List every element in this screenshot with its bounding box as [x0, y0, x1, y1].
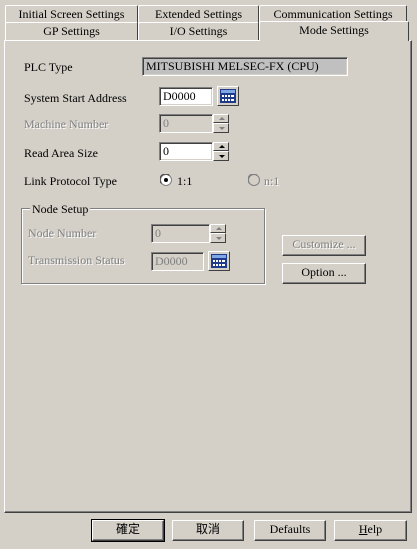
tab-label: Initial Screen Settings	[18, 7, 125, 21]
arrow-down-icon	[216, 237, 222, 240]
spin-up-button[interactable]	[210, 224, 226, 233]
arrow-down-icon	[219, 155, 225, 158]
keypad-icon	[211, 254, 227, 268]
node-number-input[interactable]: 0	[151, 224, 210, 243]
spin-down-button[interactable]	[210, 233, 226, 243]
arrow-up-icon	[216, 227, 222, 230]
transmission-status-input[interactable]: D0000	[151, 252, 204, 271]
arrow-up-icon	[219, 117, 225, 120]
ok-button[interactable]: 確定	[91, 519, 165, 542]
system-start-address-input[interactable]: D0000	[159, 87, 213, 106]
tab-initial-screen-settings[interactable]: Initial Screen Settings	[5, 5, 138, 23]
help-button[interactable]: Help	[334, 520, 407, 541]
help-label-rest: elp	[367, 522, 383, 536]
tab-label: Communication Settings	[273, 7, 393, 21]
plc-type-field: MITSUBISHI MELSEC-FX (CPU)	[142, 57, 348, 76]
tab-label: GP Settings	[43, 24, 100, 38]
spin-up-button[interactable]	[213, 142, 229, 151]
tab-label: Extended Settings	[155, 7, 242, 21]
spin-down-button[interactable]	[213, 123, 229, 133]
help-accelerator: H	[358, 522, 368, 536]
arrow-up-icon	[219, 145, 225, 148]
radio-1-1[interactable]	[160, 174, 172, 186]
tab-label: Mode Settings	[299, 23, 369, 37]
read-area-size-input[interactable]: 0	[159, 142, 213, 161]
defaults-button[interactable]: Defaults	[254, 520, 326, 541]
machine-number-spinner[interactable]	[213, 114, 229, 133]
machine-number-input[interactable]: 0	[159, 114, 213, 133]
system-start-address-keypad-button[interactable]	[217, 86, 239, 106]
node-number-spinner[interactable]	[210, 224, 226, 243]
tab-mode-settings[interactable]: Mode Settings	[259, 21, 409, 41]
option-button[interactable]: Option ...	[282, 263, 366, 284]
radio-n-1[interactable]	[248, 174, 260, 186]
tab-io-settings[interactable]: I/O Settings	[138, 22, 259, 40]
tab-extended-settings[interactable]: Extended Settings	[138, 5, 259, 23]
transmission-status-keypad-button[interactable]	[208, 251, 230, 271]
arrow-down-icon	[219, 127, 225, 130]
keypad-icon	[220, 89, 236, 103]
spin-down-button[interactable]	[213, 151, 229, 161]
tab-gp-settings[interactable]: GP Settings	[5, 22, 138, 40]
cancel-button[interactable]: 取消	[172, 520, 244, 541]
read-area-size-spinner[interactable]	[213, 142, 229, 161]
customize-button[interactable]: Customize ...	[282, 235, 366, 256]
tab-label: I/O Settings	[169, 24, 228, 38]
spin-up-button[interactable]	[213, 114, 229, 123]
